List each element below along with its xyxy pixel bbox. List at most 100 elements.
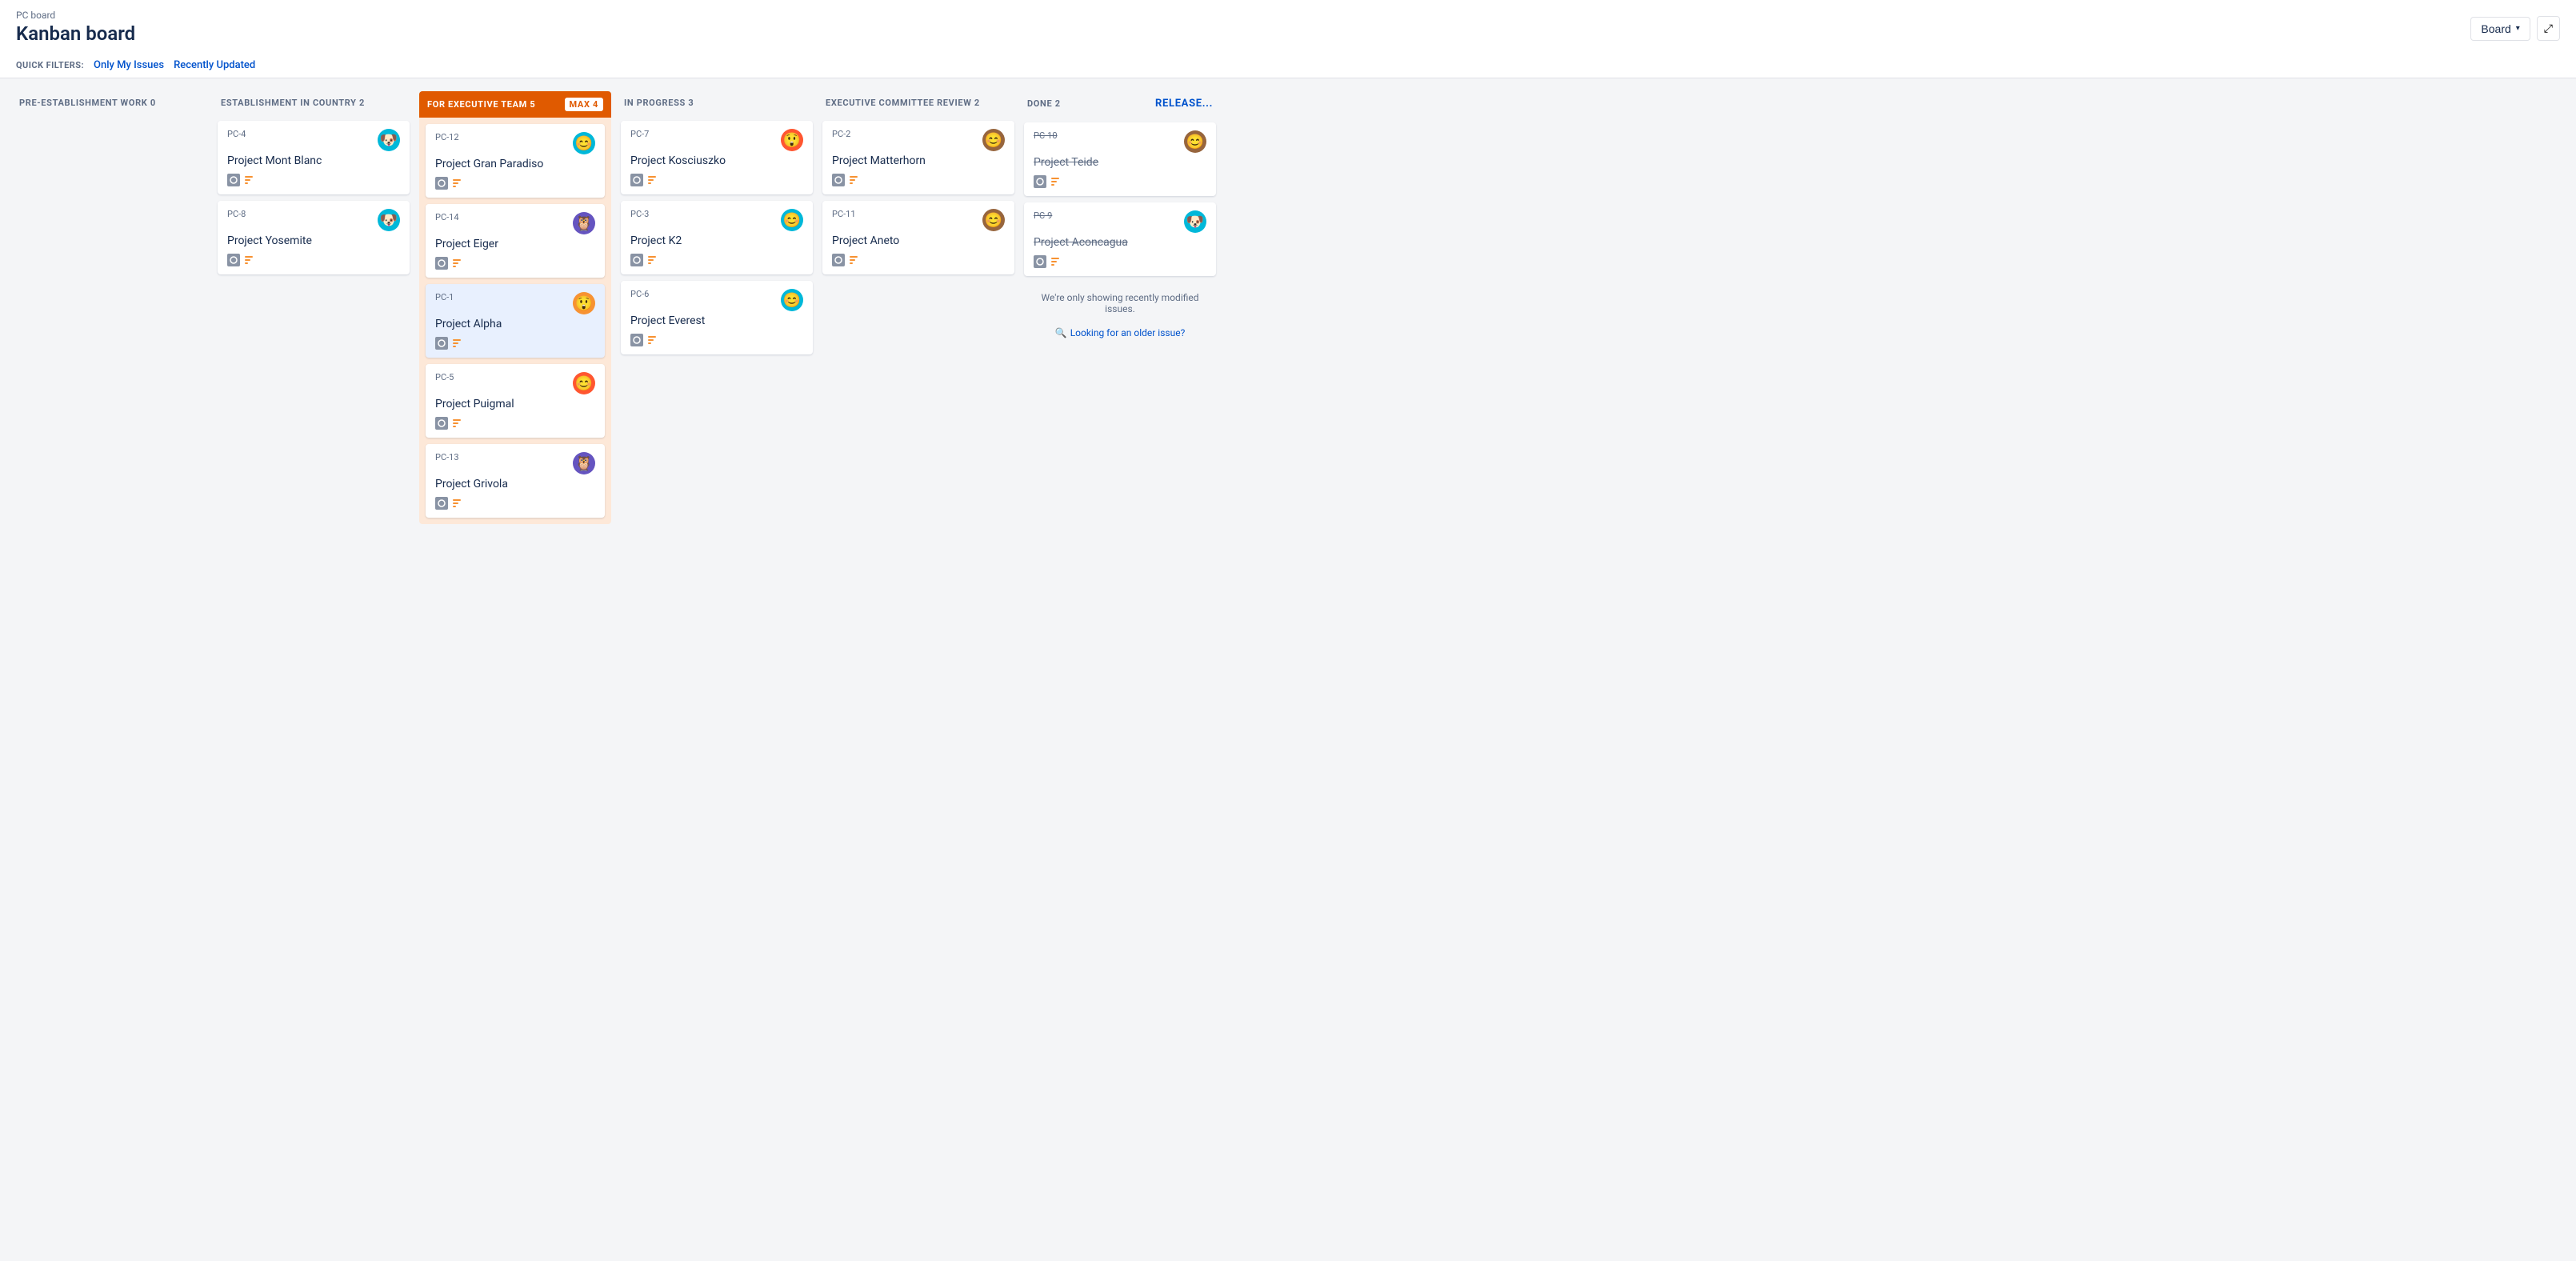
card-title: Project Puigmal bbox=[435, 398, 595, 410]
priority-icon bbox=[453, 498, 461, 509]
priority-icon bbox=[453, 418, 461, 429]
priority-icon bbox=[1051, 256, 1059, 267]
chevron-down-icon: ▾ bbox=[2516, 24, 2520, 33]
column-executive-review: EXECUTIVE COMMITTEE REVIEW 2 PC-2 😊 Proj… bbox=[822, 91, 1014, 281]
only-my-issues-filter[interactable]: Only My Issues bbox=[94, 59, 164, 71]
story-type-icon bbox=[435, 177, 448, 190]
max-badge: MAX 4 bbox=[565, 98, 603, 111]
priority-icon bbox=[453, 258, 461, 269]
column-in-progress: IN PROGRESS 3 PC-7 😲 Project Kosciuszko … bbox=[621, 91, 813, 361]
board-container: PRE-ESTABLISHMENT WORK 0ESTABLISHMENT IN… bbox=[0, 78, 2576, 1243]
story-type-icon bbox=[832, 174, 845, 186]
column-header-executive-review: EXECUTIVE COMMITTEE REVIEW 2 bbox=[822, 91, 1014, 114]
story-type-icon bbox=[227, 174, 240, 186]
avatar: 😊 bbox=[781, 209, 803, 231]
card-title: Project Alpha bbox=[435, 318, 595, 330]
board-dropdown-button[interactable]: Board ▾ bbox=[2470, 17, 2530, 41]
avatar: 😊 bbox=[573, 372, 595, 394]
column-cards-executive-review: PC-2 😊 Project Matterhorn PC-11 😊 Projec… bbox=[822, 114, 1014, 281]
priority-icon bbox=[648, 254, 656, 266]
story-type-icon bbox=[227, 254, 240, 266]
priority-icon bbox=[648, 174, 656, 186]
recently-updated-filter[interactable]: Recently Updated bbox=[174, 59, 255, 71]
card-title: Project K2 bbox=[630, 234, 803, 247]
avatar: 😊 bbox=[781, 289, 803, 311]
card-pc-2[interactable]: PC-2 😊 Project Matterhorn bbox=[822, 121, 1014, 194]
card-id: PC-6 bbox=[630, 289, 649, 299]
story-type-icon bbox=[630, 254, 643, 266]
avatar: 😊 bbox=[982, 129, 1005, 151]
card-pc-9[interactable]: PC-9 🐶 Project Aconcagua bbox=[1024, 202, 1216, 276]
avatar: 🦉 bbox=[573, 212, 595, 234]
release-link[interactable]: Release... bbox=[1155, 98, 1213, 110]
card-id: PC-4 bbox=[227, 129, 246, 139]
card-title: Project Eiger bbox=[435, 238, 595, 250]
story-type-icon bbox=[435, 417, 448, 430]
card-pc-8[interactable]: PC-8 🐶 Project Yosemite bbox=[218, 201, 410, 274]
done-note: We're only showing recently modified iss… bbox=[1024, 282, 1216, 318]
older-issue-link[interactable]: 🔍Looking for an older issue? bbox=[1024, 324, 1216, 342]
avatar: 🐶 bbox=[378, 129, 400, 151]
card-pc-12[interactable]: PC-12 😊 Project Gran Paradiso bbox=[426, 124, 605, 198]
card-id: PC-2 bbox=[832, 129, 850, 139]
card-footer bbox=[227, 174, 400, 186]
page-header: PC board Kanban board Board ▾ ⤢ QUICK FI… bbox=[0, 0, 2576, 78]
card-pc-1[interactable]: PC-1 😲 Project Alpha bbox=[426, 284, 605, 358]
expand-icon: ⤢ bbox=[2544, 22, 2553, 35]
card-pc-4[interactable]: PC-4 🐶 Project Mont Blanc bbox=[218, 121, 410, 194]
card-id: PC-9 bbox=[1034, 210, 1052, 221]
card-id: PC-14 bbox=[435, 212, 459, 222]
card-title: Project Teide bbox=[1034, 156, 1206, 169]
page-title: Kanban board bbox=[16, 22, 135, 45]
card-id: PC-7 bbox=[630, 129, 649, 139]
story-type-icon bbox=[832, 254, 845, 266]
card-title: Project Matterhorn bbox=[832, 154, 1005, 167]
story-type-icon bbox=[435, 257, 448, 270]
card-title: Project Everest bbox=[630, 314, 803, 327]
quick-filters-bar: QUICK FILTERS: Only My Issues Recently U… bbox=[16, 53, 2560, 78]
column-cards-done: PC-10 😊 Project Teide PC-9 🐶 Project Aco… bbox=[1024, 116, 1216, 348]
card-title: Project Grivola bbox=[435, 478, 595, 490]
card-footer bbox=[630, 334, 803, 346]
quick-filters-label: QUICK FILTERS: bbox=[16, 60, 84, 70]
breadcrumb: PC board bbox=[16, 10, 135, 21]
card-footer bbox=[435, 497, 595, 510]
card-pc-11[interactable]: PC-11 😊 Project Aneto bbox=[822, 201, 1014, 274]
card-footer bbox=[227, 254, 400, 266]
story-type-icon bbox=[1034, 175, 1046, 188]
priority-icon bbox=[1051, 176, 1059, 187]
priority-icon bbox=[245, 174, 253, 186]
priority-icon bbox=[453, 338, 461, 349]
priority-icon bbox=[245, 254, 253, 266]
card-footer bbox=[630, 254, 803, 266]
column-title: IN PROGRESS 3 bbox=[624, 98, 694, 108]
card-pc-7[interactable]: PC-7 😲 Project Kosciuszko bbox=[621, 121, 813, 194]
card-pc-6[interactable]: PC-6 😊 Project Everest bbox=[621, 281, 813, 354]
story-type-icon bbox=[435, 337, 448, 350]
card-pc-14[interactable]: PC-14 🦉 Project Eiger bbox=[426, 204, 605, 278]
column-title: FOR EXECUTIVE TEAM 5 bbox=[427, 99, 535, 110]
card-pc-3[interactable]: PC-3 😊 Project K2 bbox=[621, 201, 813, 274]
column-header-for-executive: FOR EXECUTIVE TEAM 5 MAX 4 bbox=[419, 91, 611, 118]
card-pc-10[interactable]: PC-10 😊 Project Teide bbox=[1024, 122, 1216, 196]
column-cards-pre-establishment bbox=[16, 114, 208, 127]
avatar: 🐶 bbox=[1184, 210, 1206, 233]
avatar: 🦉 bbox=[573, 452, 595, 474]
avatar: 😊 bbox=[982, 209, 1005, 231]
card-id: PC-3 bbox=[630, 209, 649, 219]
card-pc-13[interactable]: PC-13 🦉 Project Grivola bbox=[426, 444, 605, 518]
search-icon: 🔍 bbox=[1055, 327, 1067, 338]
card-id: PC-5 bbox=[435, 372, 454, 382]
story-type-icon bbox=[630, 174, 643, 186]
card-footer bbox=[1034, 175, 1206, 188]
card-footer bbox=[435, 417, 595, 430]
column-done: DONE 2 Release... PC-10 😊 Project Teide bbox=[1024, 91, 1216, 348]
card-id: PC-11 bbox=[832, 209, 856, 219]
card-footer bbox=[832, 254, 1005, 266]
card-title: Project Yosemite bbox=[227, 234, 400, 247]
column-header-pre-establishment: PRE-ESTABLISHMENT WORK 0 bbox=[16, 91, 208, 114]
column-pre-establishment: PRE-ESTABLISHMENT WORK 0 bbox=[16, 91, 208, 127]
card-pc-5[interactable]: PC-5 😊 Project Puigmal bbox=[426, 364, 605, 438]
priority-icon bbox=[850, 174, 858, 186]
expand-button[interactable]: ⤢ bbox=[2537, 16, 2560, 41]
